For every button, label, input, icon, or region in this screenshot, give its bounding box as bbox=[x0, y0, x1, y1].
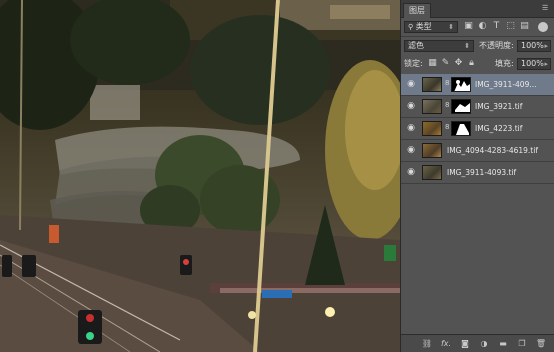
adjustment-layer-icon[interactable]: ◑ bbox=[478, 338, 490, 349]
image-filter-icon[interactable]: ▣ bbox=[463, 21, 474, 32]
link-icon[interactable]: 8 bbox=[445, 79, 449, 87]
search-icon: ⚲ bbox=[408, 23, 414, 31]
lock-row: 锁定: ▦ ✎ ✥ 🔒︎ 填充: 100% ▸ bbox=[401, 55, 554, 73]
layer-filter-label: 类型 bbox=[415, 22, 432, 31]
new-layer-icon[interactable]: ❐ bbox=[516, 338, 528, 349]
smart-object-filter-icon[interactable]: ▤ bbox=[519, 21, 530, 32]
layer-name: IMG_3911-409... bbox=[475, 80, 537, 89]
layer-thumbnail bbox=[422, 165, 442, 180]
chevron-right-icon: ▸ bbox=[544, 42, 548, 50]
link-layers-icon[interactable]: ⛓︎ bbox=[421, 338, 433, 349]
layer-mask-thumbnail[interactable] bbox=[451, 121, 471, 136]
layers-list: ◉ 8 IMG_3911-409... ◉ 8 IMG_3921.tif ◉ 8… bbox=[401, 74, 554, 184]
layer-thumbnail bbox=[422, 99, 442, 114]
fill-value: 100% bbox=[521, 59, 544, 68]
layer-name: IMG_4094-4283-4619.tif bbox=[447, 146, 538, 155]
blend-row: 滤色 ⬍ 不透明度: 100% ▸ bbox=[401, 37, 554, 55]
tab-layers[interactable]: 图层 bbox=[403, 3, 431, 18]
layer-mask-thumbnail[interactable] bbox=[451, 77, 471, 92]
text-filter-icon[interactable]: T bbox=[491, 21, 502, 32]
layer-row[interactable]: ◉ IMG_4094-4283-4619.tif bbox=[401, 140, 554, 162]
eye-icon[interactable]: ◉ bbox=[405, 167, 417, 177]
opacity-field[interactable]: 100% ▸ bbox=[517, 40, 551, 52]
delete-icon[interactable]: 🗑︎ bbox=[535, 338, 547, 349]
layer-row[interactable]: ◉ 8 IMG_3921.tif bbox=[401, 96, 554, 118]
filter-row: ⚲ 类型 ⬍ ▣ ◐ T ⬚ ▤ bbox=[401, 18, 554, 36]
layer-name: IMG_4223.tif bbox=[475, 124, 523, 133]
panel-tab-bar: 图层 ☰ bbox=[401, 0, 554, 18]
eye-icon[interactable]: ◉ bbox=[405, 145, 417, 155]
opacity-label: 不透明度: bbox=[479, 41, 514, 50]
filter-toggle-icon[interactable] bbox=[538, 22, 548, 32]
add-mask-icon[interactable]: ◙ bbox=[459, 338, 471, 349]
chevron-right-icon: ▸ bbox=[544, 60, 548, 68]
image-canvas[interactable] bbox=[0, 0, 400, 352]
fill-field[interactable]: 100% ▸ bbox=[517, 58, 551, 70]
link-icon[interactable]: 8 bbox=[445, 123, 449, 131]
layer-row[interactable]: ◉ IMG_3911-4093.tif bbox=[401, 162, 554, 184]
new-group-icon[interactable]: ▬ bbox=[497, 338, 509, 349]
fill-label: 填充: bbox=[495, 59, 514, 68]
city-night-photo bbox=[0, 0, 400, 352]
adjustment-filter-icon[interactable]: ◐ bbox=[477, 21, 488, 32]
layer-name: IMG_3921.tif bbox=[475, 102, 523, 111]
lock-position-icon[interactable]: ✥ bbox=[453, 58, 464, 69]
lock-pixels-icon[interactable]: ✎ bbox=[440, 58, 451, 69]
panel-menu-icon[interactable]: ☰ bbox=[542, 4, 551, 12]
lock-transparency-icon[interactable]: ▦ bbox=[427, 58, 438, 69]
layer-mask-thumbnail[interactable] bbox=[451, 99, 471, 114]
shape-filter-icon[interactable]: ⬚ bbox=[505, 21, 516, 32]
layer-row[interactable]: ◉ 8 IMG_4223.tif bbox=[401, 118, 554, 140]
layers-panel: 图层 ☰ ⚲ 类型 ⬍ ▣ ◐ T ⬚ ▤ 滤色 ⬍ 不透明度: 100% ▸ … bbox=[400, 0, 554, 352]
fx-icon[interactable]: fx. bbox=[440, 338, 452, 349]
layers-bottom-toolbar: ⛓︎ fx. ◙ ◑ ▬ ❐ 🗑︎ bbox=[401, 334, 554, 352]
lock-all-icon[interactable]: 🔒︎ bbox=[466, 58, 477, 69]
layer-thumbnail bbox=[422, 121, 442, 136]
layer-thumbnail bbox=[422, 143, 442, 158]
blend-mode-select[interactable]: 滤色 ⬍ bbox=[404, 40, 474, 52]
eye-icon[interactable]: ◉ bbox=[405, 101, 417, 111]
chevron-down-icon: ⬍ bbox=[464, 42, 470, 50]
chevron-down-icon: ⬍ bbox=[448, 23, 454, 31]
layer-thumbnail bbox=[422, 77, 442, 92]
layer-name: IMG_3911-4093.tif bbox=[447, 168, 517, 177]
link-icon[interactable]: 8 bbox=[445, 101, 449, 109]
opacity-value: 100% bbox=[521, 41, 544, 50]
eye-icon[interactable]: ◉ bbox=[405, 123, 417, 133]
blend-mode-value: 滤色 bbox=[408, 41, 424, 50]
layer-filter-select[interactable]: ⚲ 类型 ⬍ bbox=[404, 21, 458, 33]
eye-icon[interactable]: ◉ bbox=[405, 79, 417, 89]
layer-row[interactable]: ◉ 8 IMG_3911-409... bbox=[401, 74, 554, 96]
lock-label: 锁定: bbox=[404, 59, 423, 68]
